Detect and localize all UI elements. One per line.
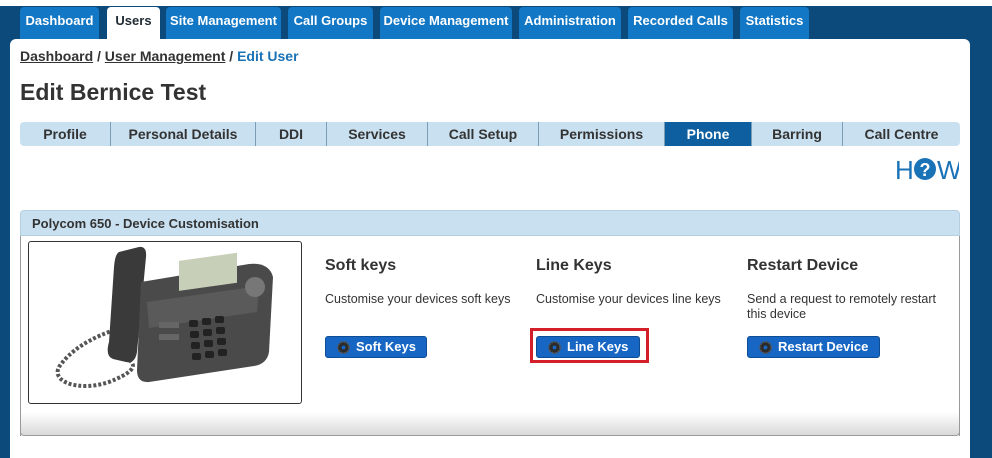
tab-phone[interactable]: Phone (665, 122, 752, 146)
restart-device-description: Send a request to remotely restart this … (747, 292, 936, 321)
section-footer (20, 412, 960, 436)
tab-call-setup[interactable]: Call Setup (428, 122, 539, 146)
line-keys-column: Line Keys Customise your devices line ke… (536, 257, 726, 307)
tab-profile[interactable]: Profile (20, 122, 111, 146)
restart-device-button-label: Restart Device (778, 339, 869, 354)
phone-image-box (28, 241, 302, 404)
top-strip (0, 0, 992, 6)
nav-tab-site-management[interactable]: Site Management (166, 7, 281, 39)
soft-keys-button-label: Soft Keys (356, 339, 416, 354)
gear-icon (758, 340, 773, 355)
nav-tab-dashboard[interactable]: Dashboard (20, 7, 99, 39)
section-header: Polycom 650 - Device Customisation (20, 210, 960, 236)
soft-keys-column: Soft keys Customise your devices soft ke… (325, 257, 515, 307)
breadcrumb-separator: / (229, 48, 234, 64)
how-letter-h: H (895, 155, 914, 185)
gear-icon (336, 340, 351, 355)
nav-tab-statistics[interactable]: Statistics (740, 7, 809, 39)
nav-tab-device-management[interactable]: Device Management (380, 7, 512, 39)
nav-tab-recorded-calls[interactable]: Recorded Calls (628, 7, 733, 39)
tab-ddi[interactable]: DDI (256, 122, 327, 146)
restart-device-column: Restart Device Send a request to remotel… (747, 257, 937, 322)
svg-text:?: ? (920, 160, 931, 180)
tab-barring[interactable]: Barring (752, 122, 843, 146)
nav-tab-administration[interactable]: Administration (519, 7, 621, 39)
section-title: Polycom 650 - Device Customisation (32, 216, 259, 231)
tab-permissions[interactable]: Permissions (539, 122, 665, 146)
soft-keys-description: Customise your devices soft keys (325, 292, 511, 306)
how-letter-w: W (937, 155, 959, 185)
tab-personal-details[interactable]: Personal Details (111, 122, 256, 146)
how-help-icon[interactable]: H ? W (895, 154, 959, 186)
breadcrumb-user-management[interactable]: User Management (105, 48, 226, 64)
nav-tab-call-groups[interactable]: Call Groups (288, 7, 373, 39)
top-nav: Dashboard Users Site Management Call Gro… (0, 0, 992, 42)
line-keys-heading: Line Keys (536, 257, 612, 274)
soft-keys-heading: Soft keys (325, 257, 397, 274)
nav-tab-users[interactable]: Users (107, 7, 160, 41)
line-keys-button[interactable]: Line Keys (536, 336, 640, 358)
tab-call-centre[interactable]: Call Centre (843, 122, 960, 146)
soft-keys-button[interactable]: Soft Keys (325, 336, 427, 358)
phone-image (55, 246, 273, 388)
page-title: Edit Bernice Test (20, 79, 207, 105)
line-keys-description: Customise your devices line keys (536, 292, 721, 306)
gear-icon (547, 340, 562, 355)
subtab-bar: Profile Personal Details DDI Services Ca… (20, 122, 960, 146)
restart-device-heading: Restart Device (747, 257, 859, 274)
tab-services[interactable]: Services (327, 122, 428, 146)
breadcrumb: Dashboard / User Management / Edit User (20, 48, 299, 64)
breadcrumb-current: Edit User (237, 48, 299, 64)
breadcrumb-dashboard[interactable]: Dashboard (20, 48, 93, 64)
line-keys-button-label: Line Keys (567, 339, 629, 354)
restart-device-button[interactable]: Restart Device (747, 336, 880, 358)
breadcrumb-separator: / (97, 48, 101, 64)
